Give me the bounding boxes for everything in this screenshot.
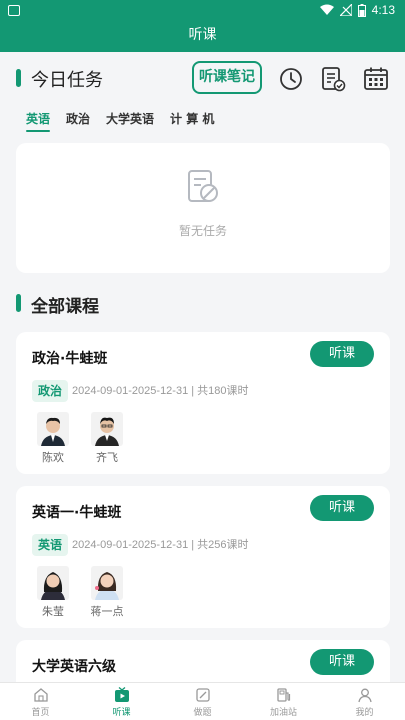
listen-button[interactable]: 听课 — [310, 495, 374, 521]
section-marker — [16, 69, 21, 87]
subject-tabs: 英语 政治 大学英语 计 算 机 — [26, 110, 214, 132]
teacher-avatar — [37, 566, 69, 600]
tab-english[interactable]: 英语 — [26, 110, 51, 132]
station-icon — [276, 688, 290, 702]
app-bar: 听课 — [0, 22, 405, 52]
nav-profile[interactable]: 我的 — [324, 683, 405, 720]
nav-label: 做题 — [193, 708, 212, 718]
teacher-avatar — [37, 412, 69, 446]
section-marker — [16, 294, 21, 312]
teacher[interactable]: 朱莹 — [32, 566, 74, 619]
status-icons: 4:13 — [319, 3, 395, 17]
calendar-icon[interactable] — [363, 66, 389, 92]
today-title: 今日任务 — [31, 70, 103, 91]
teacher-avatar — [91, 566, 123, 600]
listen-button[interactable]: 听课 — [310, 649, 374, 675]
battery-icon — [357, 3, 366, 17]
subject-tag: 政治 — [32, 380, 69, 402]
nav-label: 我的 — [355, 708, 374, 718]
clock-time: 4:13 — [371, 3, 395, 17]
lecture-notes-button[interactable]: 听课笔记 — [192, 61, 262, 94]
teacher[interactable]: 陈欢 — [32, 412, 74, 465]
teacher-name: 齐飞 — [96, 451, 118, 464]
nav-label: 加油站 — [269, 708, 297, 718]
teacher-name: 朱莹 — [42, 605, 64, 618]
tab-computer[interactable]: 计 算 机 — [170, 110, 214, 132]
listen-button[interactable]: 听课 — [310, 341, 374, 367]
course-title: 英语一·牛蛙班 — [32, 505, 122, 521]
nav-label: 首页 — [31, 708, 50, 718]
nav-home[interactable]: 首页 — [0, 683, 81, 720]
course-title: 政治·牛蛙班 — [32, 351, 108, 367]
page-title: 听课 — [188, 27, 217, 43]
edit-icon — [195, 688, 210, 702]
teacher-name: 蒋一点 — [90, 605, 124, 618]
no-signal-icon — [339, 4, 352, 16]
empty-task-icon — [188, 170, 218, 202]
nav-practice[interactable]: 做题 — [162, 683, 243, 720]
course-card[interactable]: 大学英语六级 听课 — [16, 640, 390, 682]
course-meta: 2024-09-01-2025-12-31 | 共180课时 — [72, 385, 249, 397]
today-section-header: 今日任务 听课笔记 英语 政治 大学英语 计 算 机 — [0, 52, 405, 152]
user-icon — [357, 688, 372, 703]
teacher-list: 陈欢 齐飞 — [32, 412, 128, 465]
teacher[interactable]: 齐飞 — [86, 412, 128, 465]
wifi-icon — [319, 4, 334, 15]
checked-document-icon[interactable] — [320, 66, 346, 92]
teacher-avatar — [91, 412, 123, 446]
bottom-navigation: 首页 听课 做题 加油站 我的 — [0, 682, 405, 720]
empty-tasks-card: 暂无任务 — [16, 143, 390, 273]
course-card[interactable]: 政治·牛蛙班 听课 政治 2024-09-01-2025-12-31 | 共18… — [16, 332, 390, 474]
page-content[interactable]: 今日任务 听课笔记 英语 政治 大学英语 计 算 机 暂无任务 全部课程 政治·… — [0, 52, 405, 682]
gallery-notification-icon — [8, 5, 20, 16]
empty-tasks-text: 暂无任务 — [178, 224, 227, 238]
nav-label: 听课 — [112, 708, 131, 718]
history-clock-icon[interactable] — [278, 66, 304, 92]
subject-tag: 英语 — [32, 534, 69, 556]
all-courses-title: 全部课程 — [31, 297, 99, 317]
teacher[interactable]: 蒋一点 — [86, 566, 128, 619]
nav-listen[interactable]: 听课 — [81, 683, 162, 720]
teacher-name: 陈欢 — [42, 451, 64, 464]
course-card[interactable]: 英语一·牛蛙班 听课 英语 2024-09-01-2025-12-31 | 共2… — [16, 486, 390, 628]
course-title: 大学英语六级 — [32, 659, 116, 675]
tab-politics[interactable]: 政治 — [66, 110, 90, 132]
home-icon — [33, 688, 48, 702]
teacher-list: 朱莹 蒋一点 — [32, 566, 128, 619]
tab-college-english[interactable]: 大学英语 — [106, 110, 154, 132]
nav-station[interactable]: 加油站 — [243, 683, 324, 720]
status-bar: 4:13 — [0, 0, 405, 22]
play-icon — [114, 687, 129, 702]
course-meta: 2024-09-01-2025-12-31 | 共256课时 — [72, 539, 249, 551]
